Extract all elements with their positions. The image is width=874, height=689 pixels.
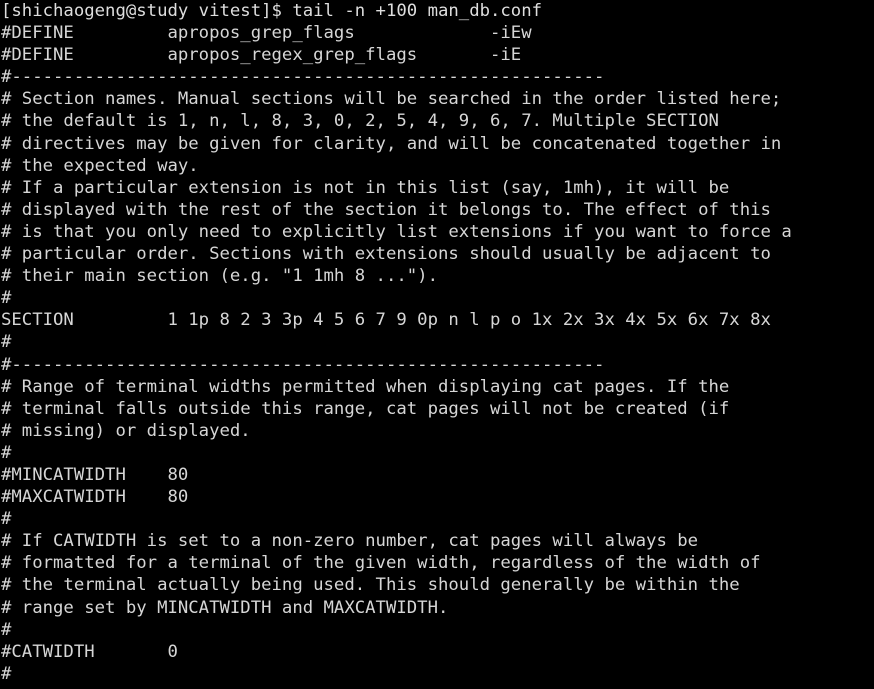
terminal-command-line: [shichaogeng@study vitest]$ tail -n +100… (1, 1, 543, 21)
terminal-output-line: #DEFINE apropos_grep_flags -iEw (1, 23, 532, 44)
terminal-output-line: # range set by MINCATWIDTH and MAXCATWID… (1, 597, 449, 618)
terminal-output: [shichaogeng@study vitest]$ tail -n +100… (0, 0, 874, 685)
terminal-output-line: #MINCATWIDTH 80 (1, 464, 189, 485)
terminal-output-line: # (1, 509, 12, 530)
terminal-output-line: # Section names. Manual sections will be… (1, 89, 782, 110)
terminal-output-line: # displayed with the rest of the section… (1, 199, 771, 220)
terminal-output-line: #---------------------------------------… (1, 67, 605, 88)
terminal-output-line: # formatted for a terminal of the given … (1, 553, 761, 574)
terminal-output-line: # the terminal actually being used. This… (1, 575, 740, 596)
terminal-output-line: #CATWIDTH 0 (1, 641, 178, 662)
terminal-output-line: # the expected way. (1, 155, 199, 176)
terminal-output-line: # If a particular extension is not in th… (1, 177, 730, 198)
terminal-output-line: # terminal falls outside this range, cat… (1, 398, 730, 419)
terminal-output-line: # particular order. Sections with extens… (1, 244, 771, 265)
terminal-output-line: SECTION 1 1p 8 2 3 3p 4 5 6 7 9 0p n l p… (1, 310, 771, 331)
terminal-output-line: # is that you only need to explicitly li… (1, 221, 792, 242)
terminal-output-line: # their main section (e.g. "1 1mh 8 ..."… (1, 266, 438, 287)
terminal-output-line: # (1, 619, 12, 640)
terminal-output-line: #MAXCATWIDTH 80 (1, 487, 189, 508)
terminal-output-line: # Range of terminal widths permitted whe… (1, 376, 730, 397)
terminal-output-line: # (1, 288, 12, 309)
terminal-output-line: # If CATWIDTH is set to a non-zero numbe… (1, 531, 699, 552)
terminal-output-line: # (1, 332, 12, 353)
terminal-output-line: # missing) or displayed. (1, 420, 251, 441)
terminal-output-line: # directives may be given for clarity, a… (1, 133, 782, 154)
terminal-output-line: #DEFINE apropos_regex_grep_flags -iE (1, 45, 522, 66)
terminal-output-line: # (1, 663, 12, 684)
terminal-screen[interactable]: [shichaogeng@study vitest]$ tail -n +100… (0, 0, 874, 689)
terminal-output-line: # (1, 442, 12, 463)
terminal-output-line: #---------------------------------------… (1, 354, 605, 375)
terminal-output-line: # the default is 1, n, l, 8, 3, 0, 2, 5,… (1, 111, 719, 132)
